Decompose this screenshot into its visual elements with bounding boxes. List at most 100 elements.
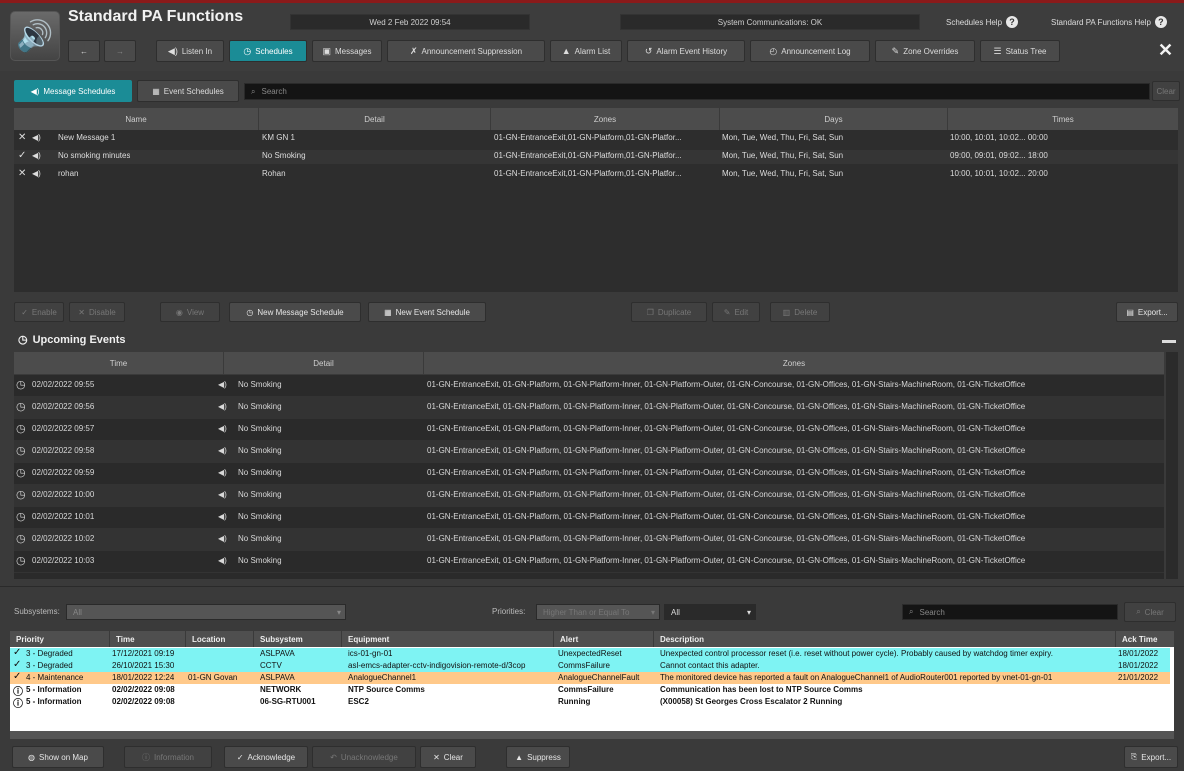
schedule-row[interactable]: ✓ ◀) No smoking minutes No Smoking 01-GN…	[14, 150, 1178, 164]
event-detail: No Smoking	[238, 556, 282, 565]
event-zones: 01-GN-EntranceExit, 01-GN-Platform, 01-G…	[427, 512, 1026, 521]
enable-button[interactable]: ✓ Enable	[14, 302, 64, 322]
event-row[interactable]: ◷ 02/02/2022 09:58 ◀) No Smoking 01-GN-Entra…	[14, 441, 1164, 463]
event-row[interactable]: ◷ 02/02/2022 10:00 ◀) No Smoking 01-GN-Entra…	[14, 485, 1164, 507]
upcoming-scrollbar[interactable]	[1166, 352, 1178, 579]
priority-level-select[interactable]: All ▾	[664, 604, 756, 620]
alarm-row[interactable]: ✓ 3 - Degraded 26/10/2021 15:30 CCTV asl-emc…	[10, 659, 1170, 672]
event-row[interactable]: ◷ 02/02/2022 09:56 ◀) No Smoking 01-GN-Entra…	[14, 397, 1164, 419]
event-row[interactable]: ◷ 02/02/2022 09:59 ◀) No Smoking 01-GN-Entra…	[14, 463, 1164, 485]
clear-alarm-button[interactable]: ✕ Clear	[420, 746, 476, 768]
alarm-subsystem: NETWORK	[260, 685, 302, 694]
nav-listen-in[interactable]: ◀) Listen In	[156, 40, 224, 62]
col-ack-time[interactable]: Ack Time	[1116, 631, 1174, 647]
new-event-schedule-button[interactable]: ▦ New Event Schedule	[368, 302, 486, 322]
search-placeholder: Search	[261, 87, 287, 96]
subsystems-select[interactable]: All ▾	[66, 604, 346, 620]
export-schedules-button[interactable]: ▤ Export...	[1116, 302, 1178, 322]
header-label: Subsystem	[260, 634, 303, 644]
new-message-schedule-button[interactable]: ◷ New Message Schedule	[229, 302, 361, 322]
forward-button[interactable]: →	[104, 40, 136, 62]
information-button[interactable]: ⓘ Information	[124, 746, 212, 768]
nav-status-tree[interactable]: ☰ Status Tree	[980, 40, 1060, 62]
col-detail[interactable]: Detail	[259, 108, 491, 130]
nav-alarm-list[interactable]: ▲ Alarm List	[550, 40, 622, 62]
speaker-icon: ◀)	[218, 424, 227, 433]
nav-announcement-log[interactable]: ◴ Announcement Log	[750, 40, 870, 62]
event-row[interactable]: ◷ 02/02/2022 10:02 ◀) No Smoking 01-GN-Entra…	[14, 529, 1164, 551]
nav-schedules[interactable]: ◷ Schedules	[229, 40, 307, 62]
col-location[interactable]: Location	[186, 631, 254, 647]
speaker-icon: ◀)	[32, 169, 41, 178]
col-zones[interactable]: Zones	[424, 352, 1164, 374]
col-name[interactable]: Name	[14, 108, 259, 130]
alarm-hscrollbar[interactable]	[10, 731, 1174, 739]
event-row[interactable]: ◷ 02/02/2022 10:01 ◀) No Smoking 01-GN-Entra…	[14, 507, 1164, 529]
show-on-map-button[interactable]: ◍ Show on Map	[12, 746, 104, 768]
col-alert[interactable]: Alert	[554, 631, 654, 647]
alarm-search-input[interactable]: ⌕ Search	[902, 604, 1118, 620]
priority-operator-select[interactable]: Higher Than or Equal To ▾	[536, 604, 660, 620]
acknowledge-button[interactable]: ✓ Acknowledge	[224, 746, 308, 768]
event-zones: 01-GN-EntranceExit, 01-GN-Platform, 01-G…	[427, 380, 1026, 389]
close-button[interactable]: ✕	[1158, 40, 1173, 61]
col-priority[interactable]: Priority	[10, 631, 110, 647]
disabled-cross-icon[interactable]: ✕	[18, 168, 26, 179]
search-clear-button[interactable]: Clear	[1152, 81, 1180, 101]
alarm-row[interactable]: ✓ 4 - Maintenance 18/01/2022 12:24 01-GN Go…	[10, 671, 1170, 684]
unacknowledge-button[interactable]: ↶ Unacknowledge	[312, 746, 416, 768]
speaker-icon: ◀)	[218, 380, 227, 389]
tab-event-schedules[interactable]: ▦ Event Schedules	[137, 80, 239, 102]
disabled-cross-icon[interactable]: ✕	[18, 132, 26, 143]
schedules-help-link[interactable]: Schedules Help?	[946, 14, 1019, 30]
check-icon: ✓	[236, 752, 244, 762]
nav-zone-overrides[interactable]: ✎ Zone Overrides	[875, 40, 975, 62]
delete-button[interactable]: ▥ Delete	[770, 302, 830, 322]
event-time: 02/02/2022 09:56	[32, 402, 95, 411]
col-equipment[interactable]: Equipment	[342, 631, 554, 647]
col-time[interactable]: Time	[14, 352, 224, 374]
nav-announcement-suppression[interactable]: ✗ Announcement Suppression	[387, 40, 545, 62]
view-button[interactable]: ◉ View	[160, 302, 220, 322]
schedule-row[interactable]: ✕ ◀) New Message 1 KM GN 1 01-GN-Entranc…	[14, 132, 1178, 146]
trash-icon: ▥	[782, 307, 791, 317]
col-subsystem[interactable]: Subsystem	[254, 631, 342, 647]
event-zones: 01-GN-EntranceExit, 01-GN-Platform, 01-G…	[427, 468, 1026, 477]
alarm-row[interactable]: ⓘ 5 - Information 02/02/2022 09:08 NETWORK N…	[10, 684, 1170, 698]
alarm-row[interactable]: ⓘ 5 - Information 02/02/2022 09:08 06-SG-RT…	[10, 696, 1170, 710]
col-zones[interactable]: Zones	[491, 108, 720, 130]
col-days[interactable]: Days	[720, 108, 948, 130]
event-row[interactable]: ◷ 02/02/2022 09:57 ◀) No Smoking 01-GN-Entra…	[14, 419, 1164, 441]
alarm-priority: 5 - Information	[26, 697, 82, 706]
cross-icon: ✕	[78, 307, 85, 317]
tab-message-schedules[interactable]: ◀) Message Schedules	[14, 80, 132, 102]
col-description[interactable]: Description	[654, 631, 1116, 647]
nav-label: Schedules	[255, 46, 293, 56]
enabled-check-icon[interactable]: ✓	[18, 150, 26, 161]
schedule-search-input[interactable]: ⌕ Search	[244, 83, 1150, 100]
collapse-icon[interactable]	[1162, 340, 1176, 343]
alarm-time: 18/01/2022 12:24	[112, 673, 175, 682]
suppress-button[interactable]: ▲ Suppress	[506, 746, 570, 768]
edit-button[interactable]: ✎ Edit	[712, 302, 760, 322]
duplicate-button[interactable]: ❐ Duplicate	[631, 302, 707, 322]
col-time[interactable]: Time	[110, 631, 186, 647]
nav-alarm-event-history[interactable]: ↺ Alarm Event History	[627, 40, 745, 62]
disable-button[interactable]: ✕ Disable	[69, 302, 125, 322]
event-row[interactable]: ◷ 02/02/2022 10:03 ◀) No Smoking 01-GN-Entra…	[14, 551, 1164, 573]
col-detail[interactable]: Detail	[224, 352, 424, 374]
back-button[interactable]: ←	[68, 40, 100, 62]
export-alarms-button[interactable]: ⎘ Export...	[1124, 746, 1178, 768]
functions-help-link[interactable]: Standard PA Functions Help?	[1051, 14, 1167, 30]
event-time: 02/02/2022 10:03	[32, 556, 95, 565]
nav-label: Listen In	[181, 46, 213, 56]
nav-messages[interactable]: ▣ Messages	[312, 40, 382, 62]
alarm-description: Communication has been lost to NTP Sourc…	[660, 685, 863, 694]
search-placeholder: Search	[919, 607, 945, 617]
tab-label: Event Schedules	[163, 86, 224, 96]
schedule-row[interactable]: ✕ ◀) rohan Rohan 01-GN-EntranceExit,01-G…	[14, 168, 1178, 182]
event-row[interactable]: ◷ 02/02/2022 09:55 ◀) No Smoking 01-GN-Entra…	[14, 375, 1164, 397]
alarm-row[interactable]: ✓ 3 - Degraded 17/12/2021 09:19 ASLPAVA ics-…	[10, 647, 1170, 660]
alarm-clear-button[interactable]: ⌕ Clear	[1124, 602, 1176, 622]
col-times[interactable]: Times	[948, 108, 1178, 130]
